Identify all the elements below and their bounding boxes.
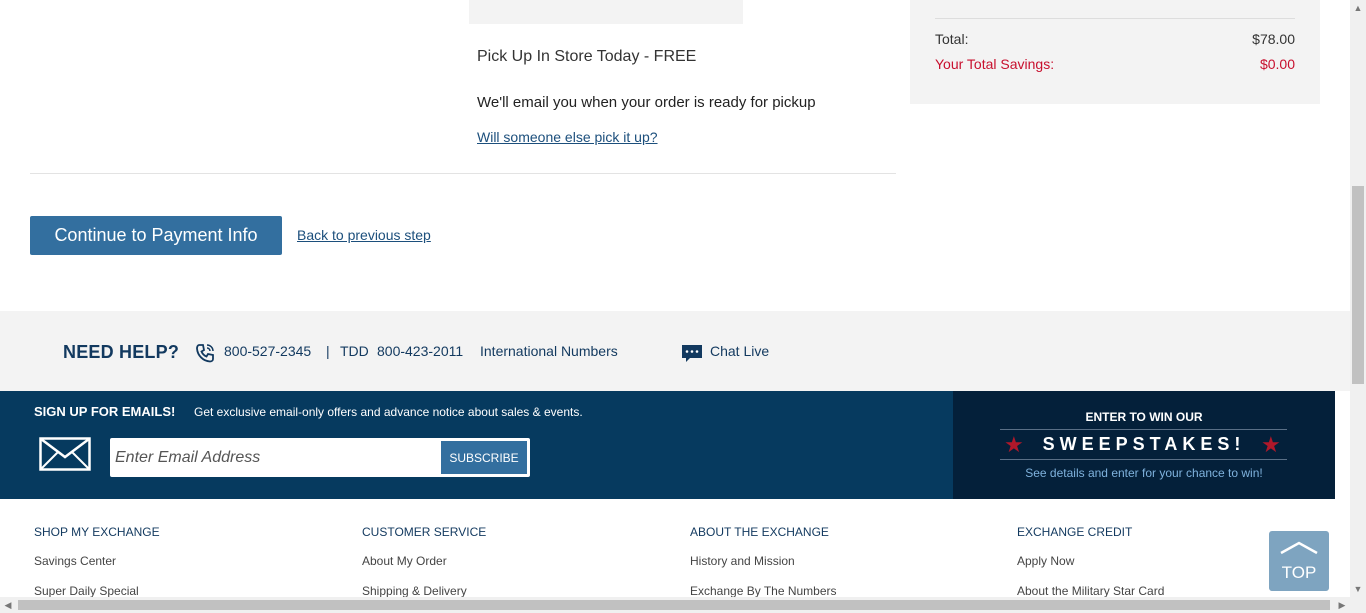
top-label: TOP xyxy=(1281,563,1317,582)
sweepstakes-banner[interactable]: ENTER TO WIN OUR ★ SWEEPSTAKES! ★ See de… xyxy=(953,391,1335,499)
section-divider xyxy=(30,173,896,174)
email-input[interactable] xyxy=(114,442,434,473)
star-icon: ★ xyxy=(1261,432,1281,457)
scroll-up-arrow-icon[interactable]: ▲ xyxy=(1350,0,1366,16)
footer-heading: ABOUT THE EXCHANGE xyxy=(690,525,829,539)
email-signup-form: SUBSCRIBE xyxy=(110,438,530,477)
sweepstakes-rule-top xyxy=(1000,429,1287,430)
phone-number-link[interactable]: 800-527-2345 xyxy=(224,343,311,359)
footer-link[interactable]: Savings Center xyxy=(34,553,160,583)
product-image-placeholder xyxy=(469,0,743,24)
phone-icon xyxy=(196,344,214,363)
chat-icon[interactable] xyxy=(681,342,703,364)
phone-separator: | xyxy=(326,343,330,359)
pickup-title: Pick Up In Store Today - FREE xyxy=(477,48,697,65)
order-summary: Total: $78.00 Your Total Savings: $0.00 xyxy=(910,0,1320,104)
continue-to-payment-button[interactable]: Continue to Payment Info xyxy=(30,216,282,255)
international-numbers-link[interactable]: International Numbers xyxy=(480,343,618,359)
back-to-top-button[interactable]: TOP xyxy=(1269,531,1329,591)
footer-link[interactable]: Apply Now xyxy=(1017,553,1164,583)
sweepstakes-rule-bottom xyxy=(1000,459,1287,460)
signup-title: SIGN UP FOR EMAILS! xyxy=(34,404,176,419)
footer-link[interactable]: About My Order xyxy=(362,553,486,583)
envelope-icon xyxy=(39,437,91,471)
savings-value: $0.00 xyxy=(1259,56,1295,72)
scroll-left-arrow-icon[interactable]: ◀ xyxy=(0,597,16,613)
footer-heading: EXCHANGE CREDIT xyxy=(1017,525,1133,539)
email-signup-band: SIGN UP FOR EMAILS! Get exclusive email-… xyxy=(0,391,953,499)
footer-heading: SHOP MY EXCHANGE xyxy=(34,525,160,539)
alternate-pickup-link[interactable]: Will someone else pick it up? xyxy=(477,129,658,145)
total-label: Total: xyxy=(935,31,969,47)
vertical-scroll-thumb[interactable] xyxy=(1352,186,1364,384)
savings-label: Your Total Savings: xyxy=(935,56,1055,72)
scroll-right-arrow-icon[interactable]: ▶ xyxy=(1334,597,1350,613)
savings-row: Your Total Savings: $0.00 xyxy=(935,56,1295,72)
summary-divider xyxy=(935,18,1295,19)
total-row: Total: $78.00 xyxy=(935,31,1295,47)
horizontal-scroll-thumb[interactable] xyxy=(18,600,1330,610)
need-help-bar: NEED HELP? 800-527-2345 | TDD 800-423-20… xyxy=(0,311,1350,391)
sweepstakes-heading: ENTER TO WIN OUR xyxy=(1085,410,1203,424)
subscribe-button[interactable]: SUBSCRIBE xyxy=(441,441,527,474)
tdd-phone-link[interactable]: 800-423-2011 xyxy=(377,343,463,359)
signup-description: Get exclusive email-only offers and adva… xyxy=(194,405,583,419)
scroll-down-arrow-icon[interactable]: ▼ xyxy=(1350,581,1366,597)
total-value: $78.00 xyxy=(1252,31,1295,47)
chevron-up-icon xyxy=(1280,541,1318,555)
chat-live-link[interactable]: Chat Live xyxy=(710,343,769,359)
need-help-title: NEED HELP? xyxy=(63,342,180,362)
footer-heading: CUSTOMER SERVICE xyxy=(362,525,487,539)
pickup-note: We'll email you when your order is ready… xyxy=(477,94,816,111)
sweepstakes-details-link[interactable]: See details and enter for your chance to… xyxy=(953,466,1335,480)
back-to-previous-step-link[interactable]: Back to previous step xyxy=(297,227,431,243)
footer-link[interactable]: History and Mission xyxy=(690,553,837,583)
tdd-label: TDD xyxy=(340,343,369,359)
